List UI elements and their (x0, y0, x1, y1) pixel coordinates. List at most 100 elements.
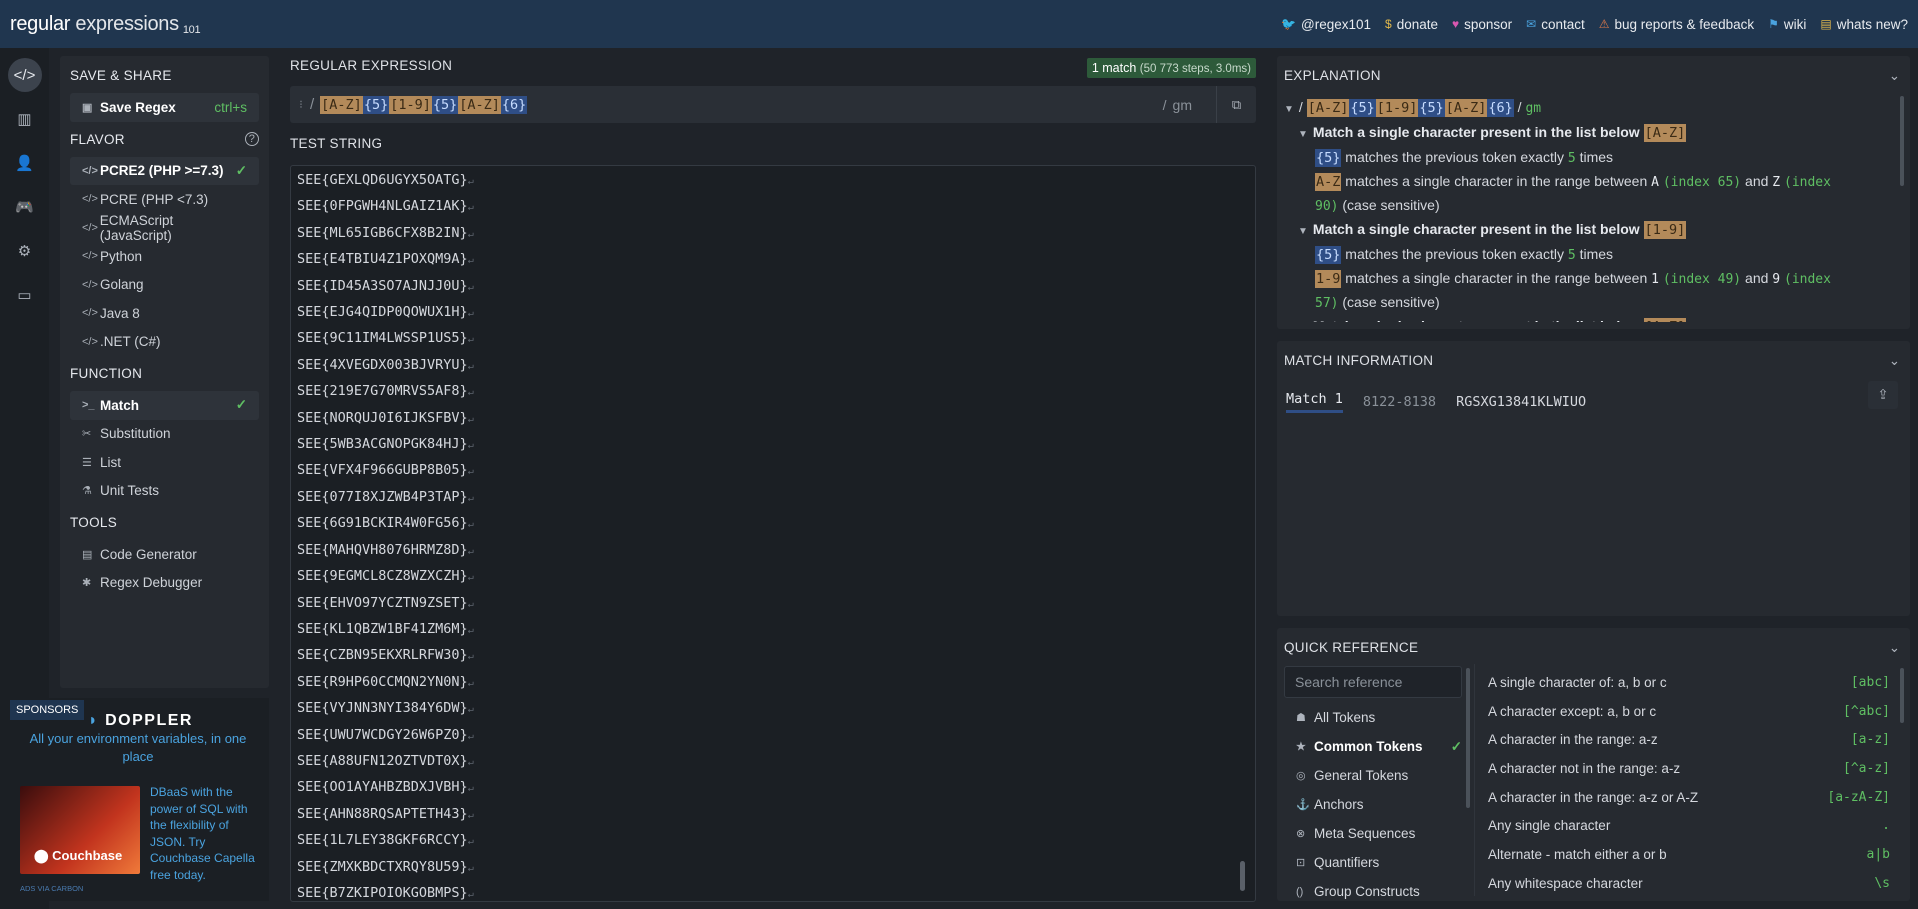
library-icon[interactable]: ▥ (8, 102, 42, 136)
function-item[interactable]: >_ Match ✓ (70, 391, 259, 420)
regex-flags[interactable]: / gm (1163, 97, 1198, 113)
flavor-item[interactable]: </> Golang (70, 271, 259, 300)
reference-token: [abc] (1850, 674, 1890, 690)
check-icon: ✓ (235, 162, 247, 178)
settings-gear-icon[interactable]: ⚙ (8, 234, 42, 268)
expand-triangle-icon[interactable]: ▼ (1298, 129, 1308, 140)
explanation-text: times (1579, 246, 1614, 262)
newline-icon: ↵ (467, 360, 474, 372)
regex-token: {5} (1315, 149, 1342, 167)
share-icon[interactable]: ⇪ (1868, 381, 1898, 409)
function-label: Match (100, 397, 140, 413)
whats-new-link[interactable]: ▤ whats new? (1820, 17, 1908, 32)
test-string-editor[interactable]: SEE{GEXLQD6UGYX5OATG}↵ SEE{0FPGWH4NLGAIZ1… (290, 165, 1256, 902)
logo-version: 101 (182, 23, 201, 36)
explanation-delimiter: / (1517, 99, 1522, 115)
function-list: >_ Match ✓ ✂ Substitution ☰ List ⚗ Unit Tests (70, 391, 259, 505)
flavor-label: PCRE2 (PHP >=7.3) (100, 163, 224, 179)
regex-input-bar[interactable]: ⁝ / [A-Z] {5} [1-9] {5} [A-Z] {6} / gm ⧉ (290, 86, 1256, 123)
site-logo[interactable]: regular expressions 101 (10, 13, 201, 36)
doppler-logo[interactable]: ◗ DOPPLER (88, 712, 193, 730)
explanation-heading: Match a single character present in the … (1312, 221, 1640, 237)
function-item[interactable]: ⚗ Unit Tests (70, 477, 259, 506)
function-item[interactable]: ✂ Substitution (70, 420, 259, 449)
flavor-help-icon[interactable]: ? (245, 132, 259, 146)
reference-scrollbar[interactable] (1900, 668, 1904, 723)
newline-icon: ↵ (467, 651, 474, 663)
test-line: SEE{ZMXKBDCTXRQY8U59}↵ (297, 855, 1249, 881)
newline-icon: ↵ (467, 440, 474, 452)
doppler-tagline[interactable]: All your environment variables, in one p… (28, 730, 248, 766)
reference-item[interactable]: Alternate - match either a or b a|b (1480, 840, 1890, 869)
account-icon[interactable]: 👤 (8, 146, 42, 180)
categories-scrollbar[interactable] (1466, 668, 1470, 808)
reference-category[interactable]: () Group Constructs (1284, 877, 1462, 906)
save-shortcut: ctrl+s (214, 99, 247, 115)
quantifiers-icon: ⊡ (1296, 857, 1306, 869)
copy-icon[interactable]: ⧉ (1216, 86, 1256, 123)
reference-item[interactable]: A character in the range: a-z [a-z] (1480, 725, 1890, 754)
collapse-chevron-icon[interactable]: ⌄ (1889, 640, 1900, 656)
flavor-item[interactable]: </> Python (70, 242, 259, 271)
collapse-chevron-icon[interactable]: ⌄ (1889, 68, 1900, 84)
donate-link[interactable]: $ donate (1385, 17, 1438, 32)
newline-icon: ↵ (467, 730, 474, 742)
newline-icon: ↵ (467, 334, 474, 346)
ads-via-carbon-link[interactable]: ADS VIA CARBON (20, 884, 83, 893)
wiki-link[interactable]: ⚑ wiki (1768, 17, 1806, 32)
bug-report-link[interactable]: ⚠ bug reports & feedback (1599, 17, 1754, 32)
reference-category[interactable]: ⚓ Anchors (1284, 790, 1462, 819)
reference-category[interactable]: ◎ General Tokens (1284, 761, 1462, 790)
test-line-text: SEE{EJG4QIDP0QOWUX1H} (297, 304, 468, 321)
explanation-char: Z (1772, 175, 1781, 190)
test-string-scrollbar[interactable] (1240, 861, 1245, 891)
category-label: All Tokens (1314, 710, 1376, 725)
reference-category[interactable]: ☗ All Tokens (1284, 703, 1462, 732)
drag-handle-icon[interactable]: ⁝ (294, 98, 308, 111)
reference-token: a|b (1866, 846, 1890, 862)
news-icon: ▤ (1820, 17, 1832, 31)
flavor-item[interactable]: </> Java 8 (70, 299, 259, 328)
code-generator-button[interactable]: ▤ Code Generator (70, 540, 259, 569)
expand-triangle-icon[interactable]: ▼ (1284, 104, 1294, 115)
function-item[interactable]: ☰ List (70, 448, 259, 477)
reference-item[interactable]: A single character of: a, b or c [abc] (1480, 668, 1890, 697)
reference-item[interactable]: A character not in the range: a-z [^a-z] (1480, 754, 1890, 783)
collapse-chevron-icon[interactable]: ⌄ (1889, 353, 1900, 369)
reference-token: \s (1874, 875, 1890, 891)
function-label: FUNCTION (70, 366, 143, 381)
regex-token: 1-9 (1315, 270, 1342, 288)
match-tab[interactable]: Match 1 (1286, 391, 1343, 413)
sponsor-link[interactable]: ♥ sponsor (1452, 17, 1512, 32)
flavor-item[interactable]: </> .NET (C#) (70, 328, 259, 357)
reference-category[interactable]: ⊡ Quantifiers (1284, 848, 1462, 877)
reference-item[interactable]: Any single character. (1480, 811, 1890, 840)
flavor-label: FLAVOR (70, 131, 125, 147)
regex-token: A-Z (1315, 173, 1342, 191)
regex-input[interactable]: [A-Z] {5} [1-9] {5} [A-Z] {6} (320, 95, 528, 114)
twitter-link[interactable]: 🐦 @regex101 (1281, 17, 1371, 32)
reference-category[interactable]: ★ Common Tokens ✓ (1284, 732, 1462, 761)
reference-category[interactable]: ⊗ Meta Sequences (1284, 819, 1462, 848)
regex-debugger-button[interactable]: ✱ Regex Debugger (70, 569, 259, 598)
group-constructs-icon: () (1296, 885, 1304, 898)
save-regex-button[interactable]: ▣ Save Regex ctrl+s (70, 93, 259, 122)
reference-item[interactable]: A character except: a, b or c [^abc] (1480, 697, 1890, 726)
contact-link[interactable]: ✉ contact (1526, 17, 1585, 32)
flavor-item[interactable]: </> PCRE2 (PHP >=7.3) ✓ (70, 156, 259, 185)
expand-triangle-icon[interactable]: ▼ (1298, 226, 1308, 237)
explanation-scrollbar[interactable] (1900, 96, 1904, 186)
regex-editor-icon[interactable]: </> (7, 58, 42, 92)
couchbase-ad-image[interactable]: ⬤ Couchbase (20, 786, 140, 874)
reference-item[interactable]: Any whitespace character \s (1480, 869, 1890, 898)
flavor-item[interactable]: </> ECMAScript (JavaScript) (70, 213, 259, 243)
search-reference-input[interactable] (1284, 666, 1462, 698)
quiz-icon[interactable]: 🎮 (8, 190, 42, 224)
test-line-text: SEE{R9HP60CCMQN2YN0N} (297, 673, 468, 690)
match-range: 8122-8138 (1362, 394, 1437, 410)
newline-icon: ↵ (467, 202, 474, 214)
reference-item[interactable]: A character in the range: a-z or A-Z [a-z… (1480, 783, 1890, 812)
couchbase-ad-text[interactable]: DBaaS with the power of SQL with the fle… (150, 784, 262, 883)
chat-icon[interactable]: ▭ (8, 278, 42, 312)
flavor-item[interactable]: </> PCRE (PHP <7.3) (70, 185, 259, 214)
